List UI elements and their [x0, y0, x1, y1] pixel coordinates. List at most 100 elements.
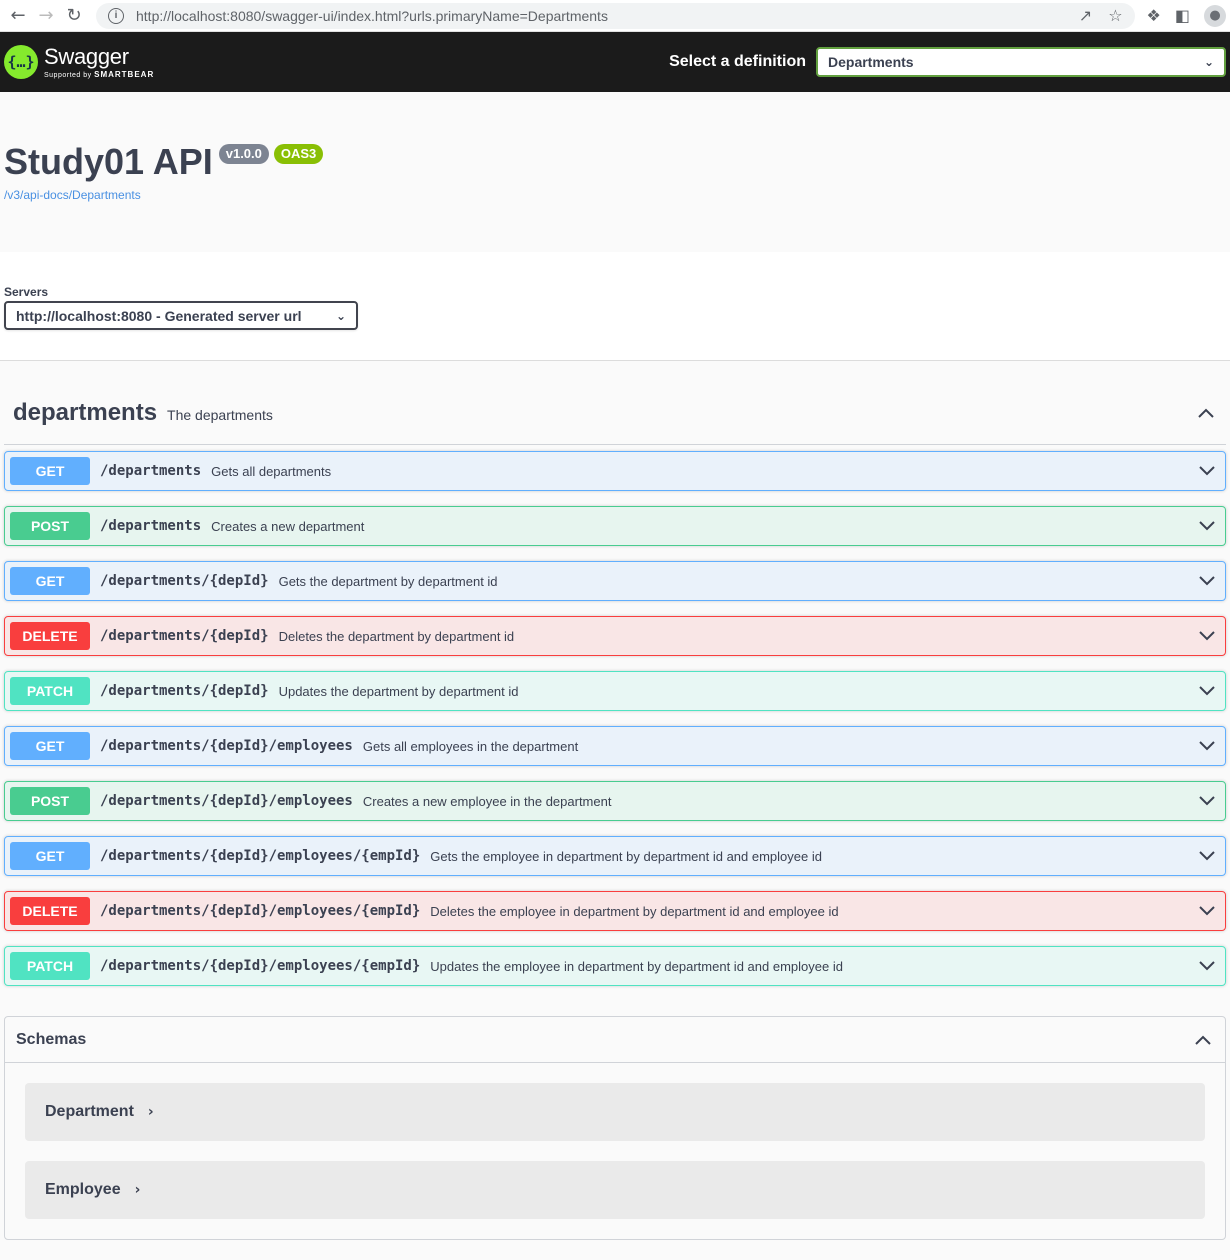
api-title: Study01 API [4, 141, 213, 182]
chevron-down-icon[interactable] [1197, 736, 1217, 756]
operation-row[interactable]: POST/departments/{depId}/employees Create… [4, 781, 1226, 821]
operation-row[interactable]: DELETE/departments/{depId} Deletes the de… [4, 616, 1226, 656]
schemas-title: Schemas [16, 1030, 87, 1048]
definition-label: Select a definition [669, 53, 806, 70]
chevron-down-icon[interactable] [1197, 846, 1217, 866]
chevron-down-icon[interactable] [1197, 681, 1217, 701]
method-badge: DELETE [10, 897, 90, 925]
chevron-down-icon[interactable] [1197, 901, 1217, 921]
chevron-down-icon[interactable] [1197, 626, 1217, 646]
operation-summary: Deletes the department by department id [278, 628, 515, 644]
browser-toolbar: ← → ↻ i http://localhost:8080/swagger-ui… [0, 0, 1230, 32]
operation-row[interactable]: GET/departments/{depId}/employees/{empId… [4, 836, 1226, 876]
address-bar[interactable]: i http://localhost:8080/swagger-ui/index… [96, 2, 1135, 29]
chevron-down-icon[interactable] [1197, 461, 1217, 481]
oas-badge: OAS3 [273, 144, 324, 164]
chevron-down-icon[interactable] [1197, 791, 1217, 811]
operation-row[interactable]: PATCH/departments/{depId}/employees/{emp… [4, 946, 1226, 986]
profile-avatar-icon[interactable]: ● [1204, 4, 1226, 27]
tag-name: departments [13, 398, 158, 426]
model-name: Employee [45, 1181, 121, 1198]
version-badge: v1.0.0 [218, 144, 269, 164]
method-badge: POST [10, 787, 90, 815]
operation-summary: Creates a new department [211, 518, 365, 534]
operation-row[interactable]: DELETE/departments/{depId}/employees/{em… [4, 891, 1226, 931]
chevron-down-icon: ⌄ [335, 308, 346, 323]
swagger-logo-icon: {…} [4, 45, 38, 79]
chevron-down-icon[interactable] [1197, 516, 1217, 536]
model-name: Department [45, 1103, 134, 1120]
method-badge: GET [10, 842, 90, 870]
operation-path: /departments [100, 463, 202, 479]
tag-section: departments The departments GET/departme… [0, 361, 1230, 986]
servers-select[interactable]: http://localhost:8080 - Generated server… [4, 301, 358, 330]
schemas-header[interactable]: Schemas [5, 1017, 1225, 1063]
chevron-down-icon[interactable] [1197, 571, 1217, 591]
tag-description: The departments [167, 406, 273, 423]
definition-value: Departments [828, 54, 914, 70]
schema-model[interactable]: Employee › [25, 1161, 1205, 1219]
method-badge: GET [10, 457, 90, 485]
back-icon[interactable]: ← [4, 2, 32, 30]
api-info: Study01 API v1.0.0 OAS3 /v3/api-docs/Dep… [0, 92, 1230, 252]
method-badge: POST [10, 512, 90, 540]
reload-icon[interactable]: ↻ [60, 2, 88, 30]
definition-select[interactable]: Departments ⌄ [816, 47, 1226, 77]
operation-path: /departments/{depId}/employees [100, 738, 353, 754]
operation-row[interactable]: GET/departments/{depId}/employees Gets al… [4, 726, 1226, 766]
operation-row[interactable]: PATCH/departments/{depId} Updates the dep… [4, 671, 1226, 711]
logo-subtitle: Supported by SMARTBEAR [44, 70, 154, 79]
chevron-right-icon[interactable]: › [148, 1104, 154, 1120]
method-badge: PATCH [10, 952, 90, 980]
schemas-section: Schemas Department › Employee › [4, 1016, 1226, 1240]
schema-model[interactable]: Department › [25, 1083, 1205, 1141]
logo-brand-text: SMARTBEAR [94, 69, 155, 79]
operation-summary: Deletes the employee in department by de… [430, 903, 839, 919]
operation-row[interactable]: GET/departments/{depId} Gets the departme… [4, 561, 1226, 601]
operation-summary: Updates the employee in department by de… [430, 958, 843, 974]
servers-section: Servers http://localhost:8080 - Generate… [0, 252, 1230, 361]
forward-icon[interactable]: → [32, 2, 60, 30]
chevron-up-icon[interactable] [1196, 403, 1216, 423]
side-panel-icon[interactable]: ◧ [1175, 6, 1190, 25]
operation-row[interactable]: GET/departments Gets all departments [4, 451, 1226, 491]
method-badge: DELETE [10, 622, 90, 650]
operation-summary: Gets the department by department id [278, 573, 498, 589]
chevron-right-icon[interactable]: › [135, 1182, 141, 1198]
tag-header[interactable]: departments The departments [4, 361, 1226, 445]
chevron-down-icon[interactable] [1197, 956, 1217, 976]
chevron-up-icon[interactable] [1193, 1030, 1213, 1050]
servers-label: Servers [4, 285, 49, 299]
operation-path: /departments/{depId}/employees/{empId} [100, 903, 421, 919]
operation-row[interactable]: POST/departments Creates a new department [4, 506, 1226, 546]
operation-path: /departments/{depId}/employees/{empId} [100, 958, 421, 974]
operation-path: /departments/{depId}/employees/{empId} [100, 848, 421, 864]
operation-path: /departments [100, 518, 202, 534]
address-text: http://localhost:8080/swagger-ui/index.h… [136, 7, 608, 24]
schemas-list: Department › Employee › [5, 1063, 1225, 1219]
operation-path: /departments/{depId} [100, 628, 269, 644]
bookmark-star-icon[interactable]: ☆ [1108, 6, 1122, 25]
servers-selected-value: http://localhost:8080 - Generated server… [16, 307, 302, 324]
operation-summary: Creates a new employee in the department [362, 793, 612, 809]
swagger-topbar: {…} Swagger Supported by SMARTBEAR Selec… [0, 32, 1230, 92]
swagger-logo[interactable]: {…} Swagger Supported by SMARTBEAR [4, 45, 154, 79]
logo-title: Swagger [44, 43, 129, 69]
operation-path: /departments/{depId} [100, 683, 269, 699]
method-badge: GET [10, 567, 90, 595]
share-icon[interactable]: ↗ [1079, 6, 1092, 25]
operation-summary: Gets all employees in the department [362, 738, 579, 754]
operations-list: GET/departments Gets all departments POST /… [4, 445, 1226, 986]
operation-summary: Updates the department by department id [278, 683, 519, 699]
method-badge: GET [10, 732, 90, 760]
operation-summary: Gets all departments [211, 463, 332, 479]
logo-supported-text: Supported by [44, 71, 92, 79]
site-info-icon[interactable]: i [108, 7, 124, 24]
method-badge: PATCH [10, 677, 90, 705]
operation-path: /departments/{depId}/employees [100, 793, 353, 809]
chevron-down-icon: ⌄ [1203, 55, 1214, 69]
operation-summary: Gets the employee in department by depar… [430, 848, 822, 864]
api-docs-link[interactable]: /v3/api-docs/Departments [4, 188, 1226, 202]
operation-path: /departments/{depId} [100, 573, 269, 589]
extensions-icon[interactable]: ❖ [1147, 6, 1161, 25]
